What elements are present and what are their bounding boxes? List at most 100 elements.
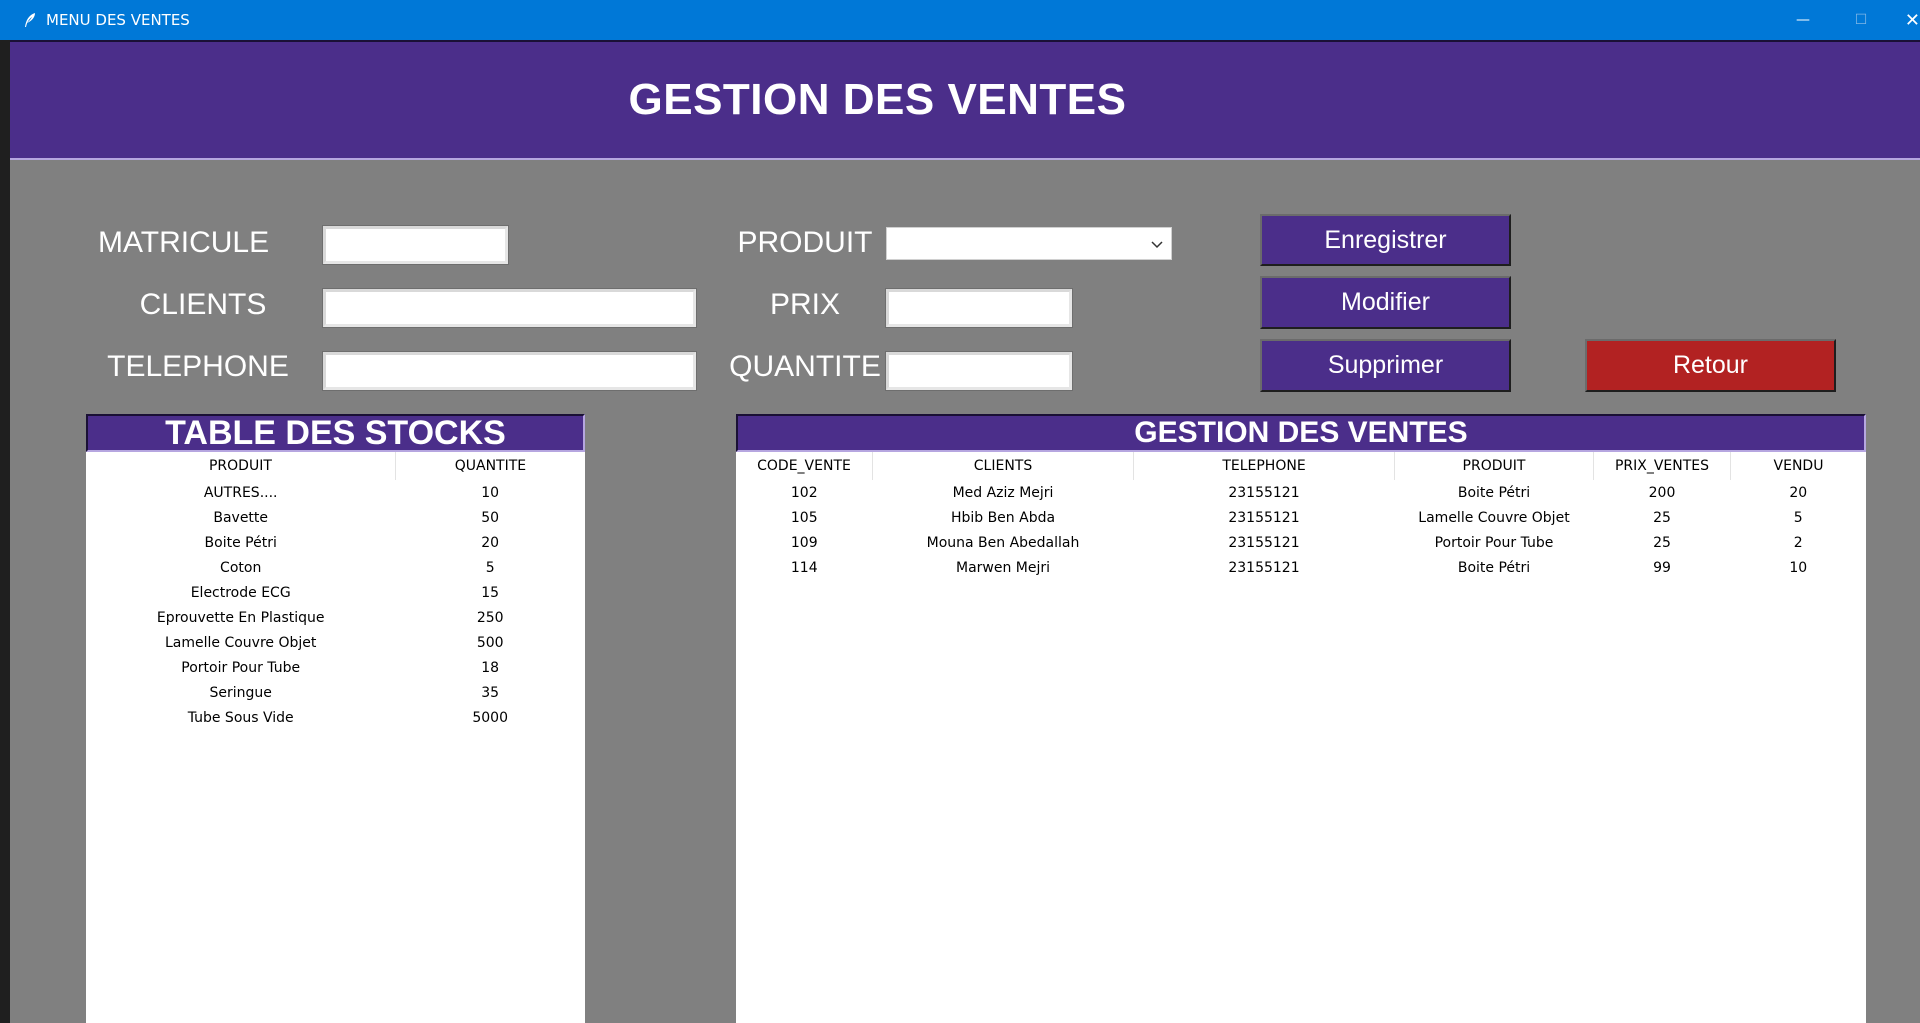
produit-select[interactable] — [886, 227, 1172, 260]
stocks-column-quantite[interactable]: QUANTITE — [395, 452, 585, 480]
stock-produit-cell: Seringue — [209, 684, 272, 701]
table-row[interactable]: 109 Mouna Ben Abedallah 23155121 Portoir… — [736, 530, 1866, 555]
supprimer-button[interactable]: Supprimer — [1260, 339, 1511, 392]
telephone-label: TELEPHONE — [107, 350, 289, 383]
main-window: GESTION DES VENTES MATRICULE CLIENTS TEL… — [10, 40, 1920, 1023]
ventes-column-clients[interactable]: CLIENTS — [872, 452, 1134, 480]
ventes-column-code-vente[interactable]: CODE_VENTE — [736, 452, 873, 480]
feather-icon — [22, 12, 38, 28]
vente-telephone-cell: 23155121 — [1228, 559, 1300, 576]
quantite-label: QUANTITE — [729, 350, 881, 383]
vente-code-cell: 102 — [790, 484, 818, 501]
table-row[interactable]: 102 Med Aziz Mejri 23155121 Boite Pétri … — [736, 480, 1866, 505]
table-row[interactable]: Coton 5 — [86, 555, 585, 580]
stock-produit-cell: Boite Pétri — [204, 534, 277, 551]
quantite-input[interactable] — [885, 351, 1073, 391]
table-row[interactable]: 114 Marwen Mejri 23155121 Boite Pétri 99… — [736, 555, 1866, 580]
vente-produit-cell: Boite Pétri — [1457, 484, 1531, 501]
ventes-panel-header: GESTION DES VENTES — [736, 414, 1866, 452]
stock-produit-cell: Coton — [220, 559, 262, 576]
vente-prix-cell: 25 — [1653, 509, 1671, 526]
stock-quantite-cell: 50 — [481, 509, 500, 526]
stock-produit-cell: Tube Sous Vide — [187, 709, 294, 726]
vente-vendu-cell: 10 — [1789, 559, 1808, 576]
stock-quantite-cell: 15 — [481, 584, 500, 601]
stock-quantite-cell: 5 — [485, 559, 495, 576]
page-banner: GESTION DES VENTES — [10, 40, 1920, 160]
chevron-down-icon[interactable] — [1151, 236, 1163, 252]
prix-input[interactable] — [885, 288, 1073, 328]
window-title: MENU DES VENTES — [46, 11, 190, 29]
telephone-input[interactable] — [322, 351, 697, 391]
stock-quantite-cell: 18 — [481, 659, 500, 676]
table-row[interactable]: Portoir Pour Tube 18 — [86, 655, 585, 680]
stock-produit-cell: Eprouvette En Plastique — [156, 609, 325, 626]
vente-client-cell: Mouna Ben Abedallah — [926, 534, 1080, 551]
matricule-label: MATRICULE — [98, 226, 270, 259]
retour-button[interactable]: Retour — [1585, 339, 1836, 392]
vente-produit-cell: Lamelle Couvre Objet — [1418, 509, 1570, 526]
close-button[interactable]: ✕ — [1890, 0, 1920, 40]
modifier-button[interactable]: Modifier — [1260, 276, 1511, 329]
vente-telephone-cell: 23155121 — [1228, 534, 1300, 551]
matricule-input[interactable] — [322, 225, 509, 265]
vente-prix-cell: 200 — [1648, 484, 1676, 501]
window-titlebar: MENU DES VENTES — ☐ ✕ — [0, 0, 1920, 40]
table-row[interactable]: Lamelle Couvre Objet 500 — [86, 630, 585, 655]
table-row[interactable]: AUTRES.... 10 — [86, 480, 585, 505]
ventes-column-vendu[interactable]: VENDU — [1731, 452, 1867, 480]
vente-code-cell: 105 — [790, 509, 818, 526]
stock-produit-cell: AUTRES.... — [203, 484, 278, 501]
ventes-column-telephone[interactable]: TELEPHONE — [1133, 452, 1395, 480]
ventes-column-produit[interactable]: PRODUIT — [1394, 452, 1594, 480]
vente-telephone-cell: 23155121 — [1228, 484, 1300, 501]
minimize-button[interactable]: — — [1774, 0, 1832, 40]
vente-prix-cell: 25 — [1653, 534, 1671, 551]
stocks-table-header-row: PRODUIT QUANTITE — [86, 452, 585, 480]
window-controls: — ☐ ✕ — [1774, 0, 1920, 40]
stock-produit-cell: Electrode ECG — [190, 584, 291, 601]
ventes-column-prix-ventes[interactable]: PRIX_VENTES — [1593, 452, 1731, 480]
vente-client-cell: Hbib Ben Abda — [950, 509, 1056, 526]
table-row[interactable]: Eprouvette En Plastique 250 — [86, 605, 585, 630]
table-row[interactable]: Bavette 50 — [86, 505, 585, 530]
prix-label: PRIX — [769, 288, 841, 321]
ventes-panel: GESTION DES VENTES CODE_VENTE CLIENTS TE… — [736, 414, 1866, 1023]
stock-quantite-cell: 20 — [481, 534, 500, 551]
vente-code-cell: 114 — [790, 559, 818, 576]
stocks-title: TABLE DES STOCKS — [165, 413, 506, 452]
clients-label: CLIENTS — [139, 288, 267, 321]
vente-produit-cell: Portoir Pour Tube — [1434, 534, 1554, 551]
table-row[interactable]: 105 Hbib Ben Abda 23155121 Lamelle Couvr… — [736, 505, 1866, 530]
maximize-button[interactable]: ☐ — [1832, 0, 1890, 40]
stocks-panel: TABLE DES STOCKS PRODUIT QUANTITE AUTRES… — [86, 414, 585, 1023]
stock-quantite-cell: 5000 — [472, 709, 508, 726]
table-row[interactable]: Electrode ECG 15 — [86, 580, 585, 605]
enregistrer-button[interactable]: Enregistrer — [1260, 214, 1511, 266]
stocks-table: PRODUIT QUANTITE AUTRES.... 10 Bavette 50 … — [86, 452, 585, 730]
window-left-edge — [0, 40, 10, 1023]
stocks-column-produit[interactable]: PRODUIT — [86, 452, 396, 480]
stock-quantite-cell: 35 — [481, 684, 500, 701]
ventes-table-header-row: CODE_VENTE CLIENTS TELEPHONE PRODUIT PRI… — [736, 452, 1866, 480]
clients-input[interactable] — [322, 288, 697, 328]
produit-label: PRODUIT — [737, 226, 873, 259]
vente-vendu-cell: 5 — [1793, 509, 1803, 526]
stock-produit-cell: Lamelle Couvre Objet — [164, 634, 317, 651]
ventes-title: GESTION DES VENTES — [1134, 416, 1468, 449]
vente-vendu-cell: 2 — [1793, 534, 1803, 551]
page-title: GESTION DES VENTES — [628, 75, 1127, 124]
table-row[interactable]: Seringue 35 — [86, 680, 585, 705]
vente-produit-cell: Boite Pétri — [1457, 559, 1531, 576]
table-row[interactable]: Tube Sous Vide 5000 — [86, 705, 585, 730]
vente-vendu-cell: 20 — [1789, 484, 1808, 501]
vente-code-cell: 109 — [790, 534, 818, 551]
vente-telephone-cell: 23155121 — [1228, 509, 1300, 526]
table-row[interactable]: Boite Pétri 20 — [86, 530, 585, 555]
stocks-panel-header: TABLE DES STOCKS — [86, 414, 585, 452]
vente-client-cell: Marwen Mejri — [955, 559, 1051, 576]
stock-quantite-cell: 250 — [476, 609, 504, 626]
vente-prix-cell: 99 — [1653, 559, 1671, 576]
ventes-table: CODE_VENTE CLIENTS TELEPHONE PRODUIT PRI… — [736, 452, 1866, 580]
stock-produit-cell: Portoir Pour Tube — [181, 659, 301, 676]
